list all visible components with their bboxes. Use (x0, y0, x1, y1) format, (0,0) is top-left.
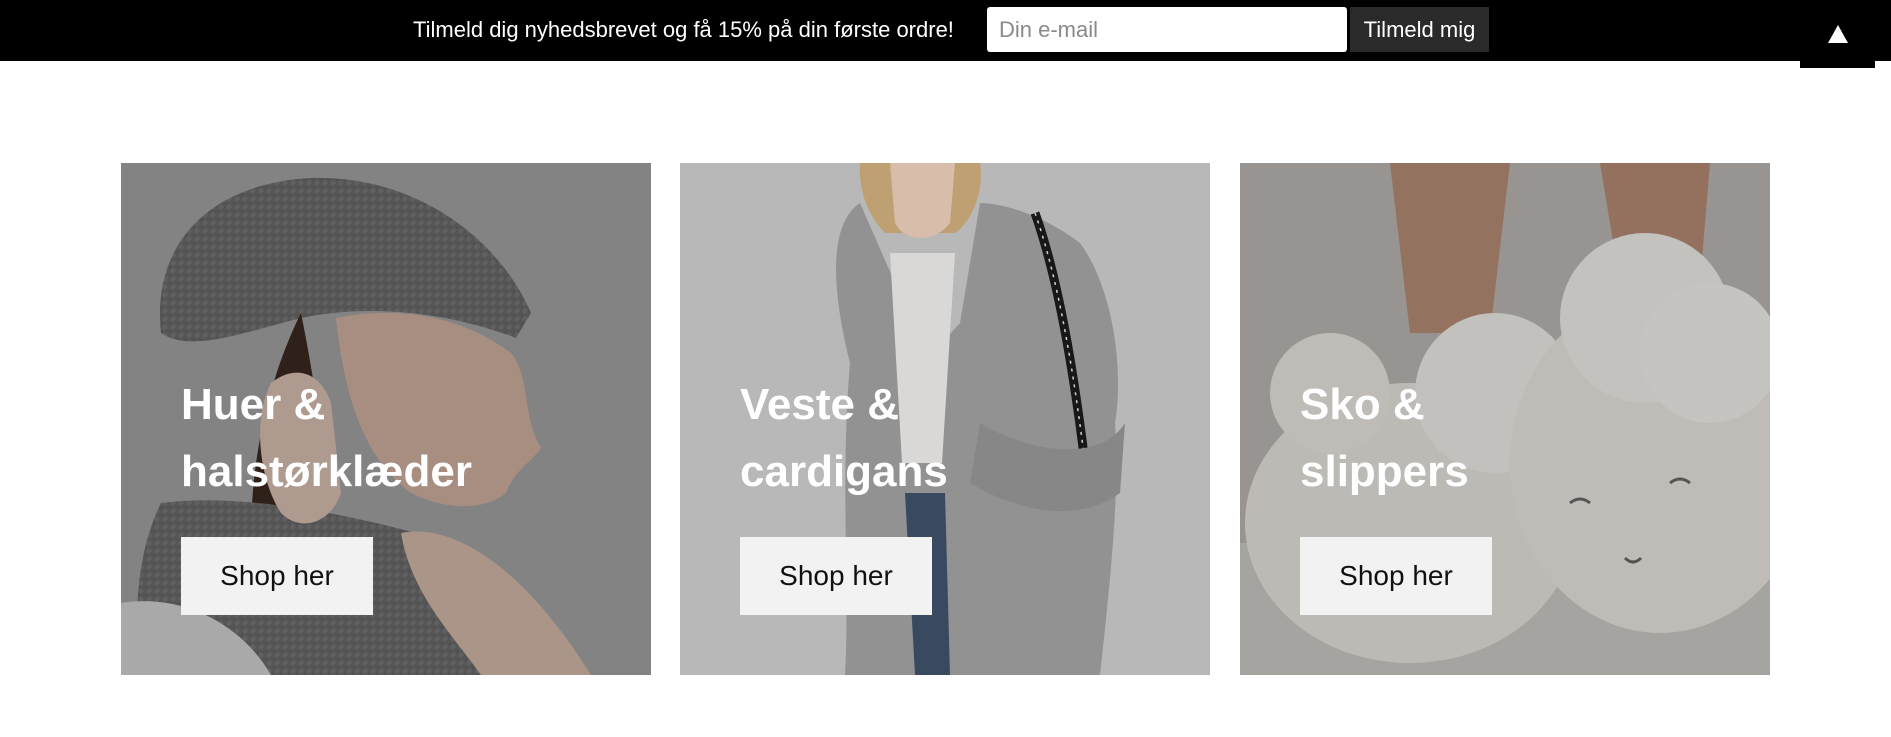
category-title: Sko & slippers (1300, 371, 1740, 505)
newsletter-bar: Tilmeld dig nyhedsbrevet og få 15% på di… (0, 0, 1891, 61)
subscribe-button[interactable]: Tilmeld mig (1350, 7, 1489, 52)
newsletter-text: Tilmeld dig nyhedsbrevet og få 15% på di… (413, 17, 954, 42)
email-input[interactable] (987, 7, 1347, 52)
category-title-line2: slippers (1300, 447, 1469, 496)
category-title-line2: halstørklæder (181, 447, 472, 496)
shop-button-slippers[interactable]: Shop her (1300, 537, 1492, 615)
category-title-line1: Huer & (181, 380, 326, 429)
category-title-line1: Sko & (1300, 380, 1425, 429)
category-card-hats-scarves[interactable]: Huer & halstørklæder Shop her (121, 163, 651, 675)
category-title: Veste & cardigans (740, 371, 1180, 505)
scroll-to-top-button[interactable] (1800, 0, 1875, 68)
category-title-line2: cardigans (740, 447, 948, 496)
category-title-line1: Veste & (740, 380, 899, 429)
category-card-vests-cardigans[interactable]: Veste & cardigans Shop her (680, 163, 1210, 675)
triangle-up-icon (1827, 25, 1848, 43)
shop-button-cardigans[interactable]: Shop her (740, 537, 932, 615)
category-card-shoes-slippers[interactable]: Sko & slippers Shop her (1240, 163, 1770, 675)
category-title: Huer & halstørklæder (181, 371, 621, 505)
shop-button-hats[interactable]: Shop her (181, 537, 373, 615)
